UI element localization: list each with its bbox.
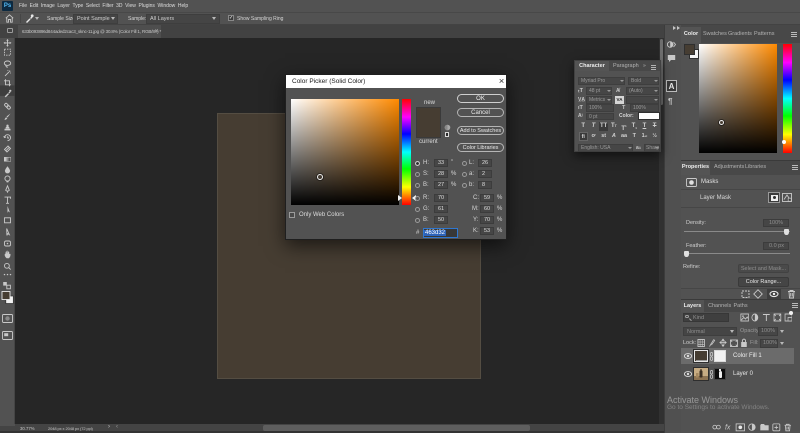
svg-text:fx: fx — [725, 424, 731, 431]
